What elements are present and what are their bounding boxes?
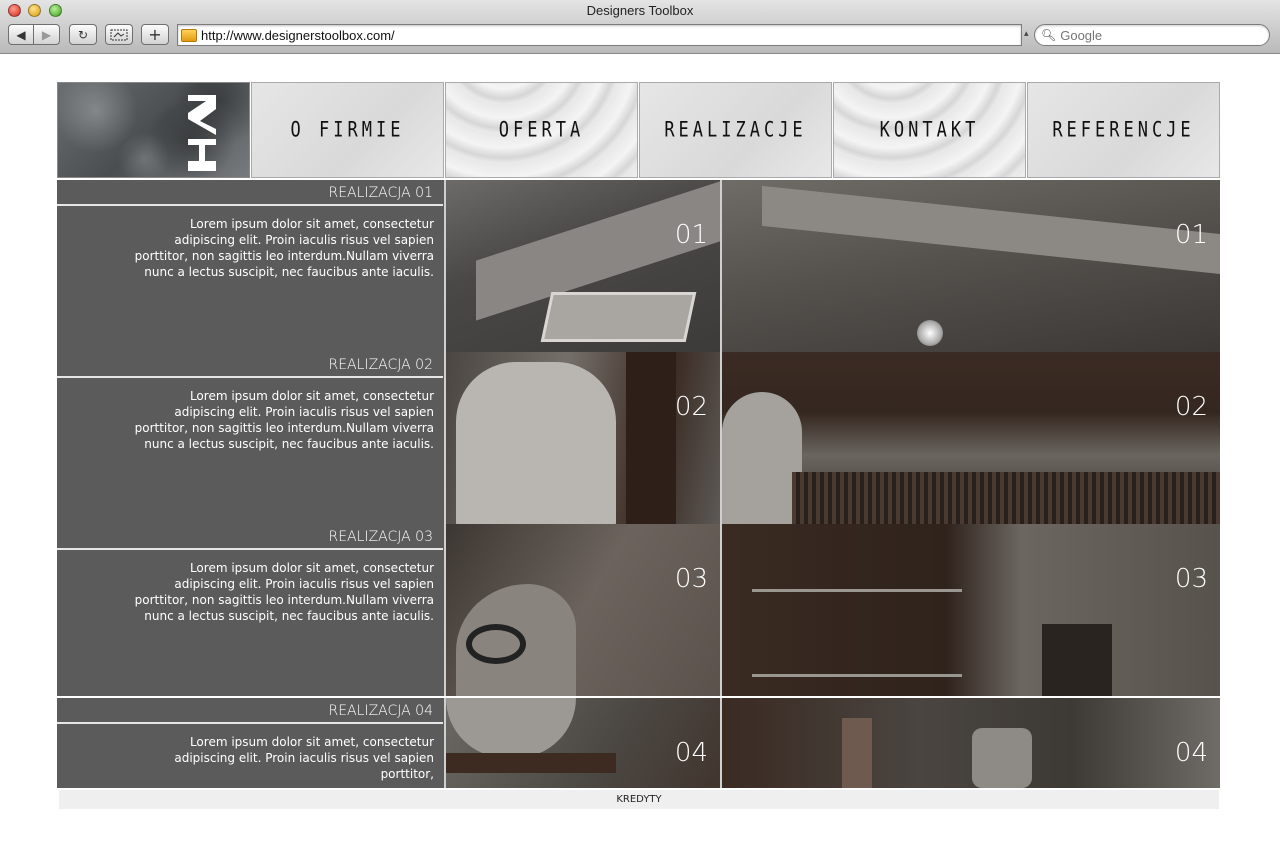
nav-item-o-firmie[interactable]: O FIRMIE: [251, 82, 444, 178]
basin-shape: [446, 698, 576, 758]
project-description: Lorem ipsum dolor sit amet, consectetur …: [134, 389, 434, 451]
lamp-shape: [917, 320, 943, 346]
search-box[interactable]: 🔍︎: [1034, 24, 1270, 46]
project-number: 04: [674, 738, 708, 768]
nav-label: O FIRMIE: [290, 117, 405, 143]
project-thumbnail[interactable]: 02: [444, 352, 720, 524]
door-shape: [626, 352, 676, 524]
project-number: 03: [1174, 564, 1208, 594]
window-title: Designers Toolbox: [586, 3, 694, 18]
back-button[interactable]: ◀: [8, 24, 34, 45]
project-row: REALIZACJA 03 Lorem ipsum dolor sit amet…: [57, 524, 1220, 696]
logo-tile[interactable]: [57, 82, 250, 178]
url-text[interactable]: http://www.designerstoolbox.com/: [201, 28, 395, 43]
forward-arrow-icon: ▶: [41, 27, 52, 42]
reload-button[interactable]: ↻: [69, 24, 97, 45]
projects-list: REALIZACJA 01 Lorem ipsum dolor sit amet…: [57, 178, 1220, 788]
add-bookmark-button[interactable]: +: [141, 24, 169, 45]
forward-button[interactable]: ▶: [33, 24, 60, 45]
project-text-panel: REALIZACJA 03 Lorem ipsum dolor sit amet…: [57, 524, 444, 696]
project-number: 02: [1174, 392, 1208, 422]
project-description: Lorem ipsum dolor sit amet, consectetur …: [174, 735, 434, 781]
nav-item-kontakt[interactable]: KONTAKT: [833, 82, 1026, 178]
logo-icon: [188, 95, 216, 171]
nav-label: REALIZACJE: [664, 117, 807, 143]
nav-label: OFERTA: [498, 117, 585, 143]
project-image[interactable]: 01: [720, 180, 1220, 352]
nav-item-oferta[interactable]: OFERTA: [445, 82, 638, 178]
bottle-shape: [842, 718, 872, 788]
counter-shape: [446, 753, 616, 773]
back-arrow-icon: ◀: [16, 27, 26, 42]
project-number: 04: [1174, 738, 1208, 768]
project-thumbnail[interactable]: 03: [444, 524, 720, 696]
footer-credits-link[interactable]: KREDYTY: [59, 790, 1219, 809]
search-input[interactable]: [1060, 27, 1251, 43]
browser-toolbar: Designers Toolbox ◀ ▶ ↻ + http://www.des…: [0, 0, 1280, 54]
project-number: 03: [674, 564, 708, 594]
project-description: Lorem ipsum dolor sit amet, consectetur …: [134, 217, 434, 279]
nav-label: KONTAKT: [879, 117, 980, 143]
folder-icon: [181, 28, 197, 42]
project-number: 02: [674, 392, 708, 422]
faucet-shape: [972, 728, 1032, 788]
doorway-shape: [1042, 624, 1112, 696]
shelf-shape: [752, 589, 962, 592]
project-image[interactable]: 03: [720, 524, 1220, 696]
nav-item-realizacje[interactable]: REALIZACJE: [639, 82, 832, 178]
project-text-panel: REALIZACJA 01 Lorem ipsum dolor sit amet…: [57, 180, 444, 352]
project-thumbnail[interactable]: 04: [444, 698, 720, 788]
ceiling-light-shape: [762, 185, 1220, 275]
decor-shape: [466, 624, 526, 664]
project-row: REALIZACJA 04 Lorem ipsum dolor sit amet…: [57, 698, 1220, 788]
project-number: 01: [1174, 220, 1208, 250]
project-title[interactable]: REALIZACJA 01: [57, 180, 443, 206]
project-image[interactable]: 02: [720, 352, 1220, 524]
project-text-panel: REALIZACJA 04 Lorem ipsum dolor sit amet…: [57, 698, 444, 788]
project-text-panel: REALIZACJA 02 Lorem ipsum dolor sit amet…: [57, 352, 444, 524]
project-number: 01: [674, 220, 708, 250]
mosaic-shape: [792, 472, 1220, 524]
main-navigation: O FIRMIE OFERTA REALIZACJE KONTAKT REFER…: [57, 82, 1220, 178]
project-title[interactable]: REALIZACJA 02: [57, 352, 443, 378]
chair-shape: [722, 392, 802, 524]
project-description: Lorem ipsum dolor sit amet, consectetur …: [134, 561, 434, 623]
ceiling-vent-shape: [540, 292, 697, 342]
nav-label: REFERENCJE: [1052, 117, 1195, 143]
project-row: REALIZACJA 01 Lorem ipsum dolor sit amet…: [57, 180, 1220, 352]
url-dropdown-icon[interactable]: ▴: [1024, 29, 1029, 39]
plus-icon: +: [148, 25, 162, 44]
reload-icon: ↻: [77, 27, 89, 42]
project-thumbnail[interactable]: 01: [444, 180, 720, 352]
project-title[interactable]: REALIZACJA 04: [57, 698, 443, 724]
screenshot-icon: [110, 29, 128, 40]
shelf-shape: [752, 674, 962, 677]
nav-item-referencje[interactable]: REFERENCJE: [1027, 82, 1220, 178]
address-bar[interactable]: http://www.designerstoolbox.com/: [177, 24, 1022, 46]
screenshot-button[interactable]: [105, 24, 133, 45]
chair-shape: [456, 362, 616, 524]
project-image[interactable]: 04: [720, 698, 1220, 788]
search-icon: 🔍︎: [1041, 28, 1057, 42]
project-title[interactable]: REALIZACJA 03: [57, 524, 443, 550]
project-row: REALIZACJA 02 Lorem ipsum dolor sit amet…: [57, 352, 1220, 524]
